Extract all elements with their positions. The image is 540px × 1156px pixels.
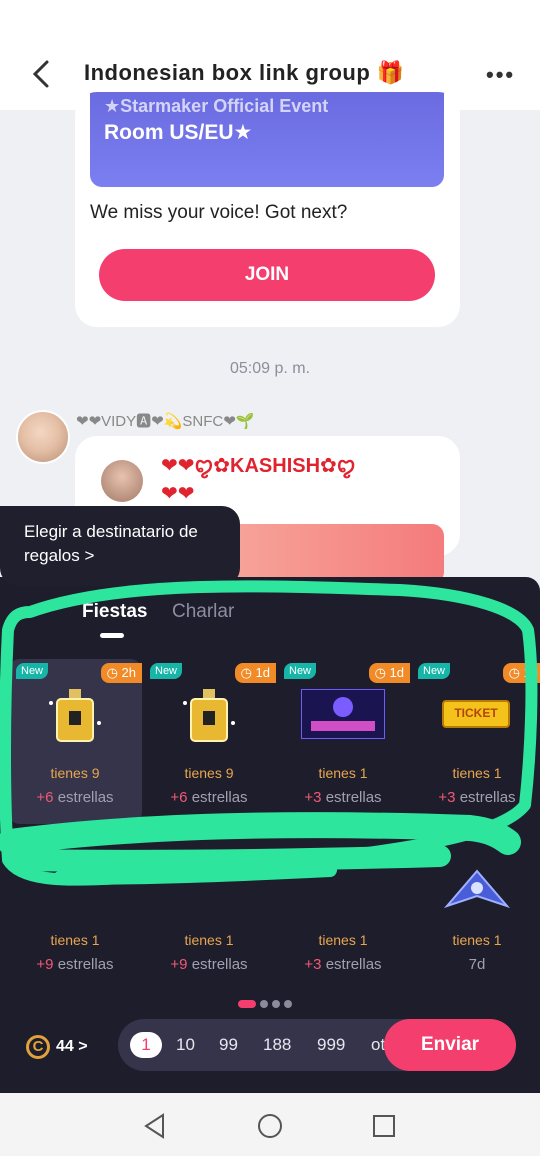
new-badge: New xyxy=(150,663,183,679)
back-icon[interactable] xyxy=(30,58,52,90)
page-dot xyxy=(238,1000,256,1008)
card-image[interactable] xyxy=(210,524,444,584)
gift-panel: Fiestas Charlar New ◷ 2h tienes 9 +6 estrel… xyxy=(0,577,540,1093)
gift-stars: +6 estrellas xyxy=(170,789,248,806)
event-banner[interactable]: ★Starmaker Official Event Room US/EU★ xyxy=(90,92,444,187)
tab-fiestas[interactable]: Fiestas xyxy=(82,601,147,623)
gift-emoji: 🎁 xyxy=(376,60,405,85)
gift-item[interactable]: New ◷ 1d tienes 9 +6 estrellas xyxy=(142,659,276,824)
join-button[interactable]: JOIN xyxy=(99,249,435,301)
more-options-icon[interactable]: ••• xyxy=(486,62,515,88)
coin-icon: C xyxy=(26,1035,50,1059)
gift-stars: 7d xyxy=(468,956,486,973)
gift-owned-count: tienes 1 xyxy=(452,932,502,948)
gift-owned-count: tienes 1 xyxy=(184,932,234,948)
page-indicator xyxy=(238,995,296,1013)
banner-top-text: ★Starmaker Official Event xyxy=(104,96,329,116)
gift-stars: +3 estrellas xyxy=(304,956,382,973)
quantity-option[interactable]: 188 xyxy=(263,1035,291,1055)
page-dot xyxy=(272,1000,280,1008)
time-badge: ◷ 1d xyxy=(234,663,276,683)
new-badge: New xyxy=(16,830,49,846)
avatar[interactable] xyxy=(16,410,70,464)
quantity-option[interactable]: 1 xyxy=(130,1032,162,1058)
new-badge: New xyxy=(16,663,49,679)
quantity-option[interactable]: 99 xyxy=(219,1035,238,1055)
tab-indicator xyxy=(100,633,124,638)
gift-owned-count: tienes 1 xyxy=(318,765,368,781)
card-user-name: ❤❤ꨄ✿KASHISH✿ꨄ ❤❤ xyxy=(161,455,356,505)
invite-message: We miss your voice! Got next? xyxy=(90,202,348,223)
gift-item[interactable]: New ◷ 1d TICKET tienes 1 +3 estrellas xyxy=(410,659,540,824)
send-button[interactable]: Enviar xyxy=(384,1019,516,1071)
system-nav-bar xyxy=(0,1093,540,1156)
recipient-tooltip[interactable]: Elegir a destinatario de regalos > xyxy=(0,506,240,586)
gift-stars: +6 estrellas xyxy=(36,789,114,806)
perfume-icon xyxy=(177,683,241,747)
concert-icon xyxy=(300,688,386,740)
quantity-option[interactable]: 10 xyxy=(176,1035,195,1055)
gift-icon xyxy=(43,850,107,914)
page-dot xyxy=(284,1000,292,1008)
gift-item[interactable]: New ◷ 2h tienes 9 +6 estrellas xyxy=(8,659,142,824)
gift-item[interactable]: tienes 1 7d xyxy=(410,826,540,991)
new-badge: New xyxy=(284,663,317,679)
gift-icon xyxy=(177,850,241,914)
page-dot xyxy=(260,1000,268,1008)
gift-icon xyxy=(311,850,375,914)
nav-recents-icon[interactable] xyxy=(372,1114,396,1138)
time-badge: ◷ 2h xyxy=(100,663,142,683)
nav-back-icon[interactable] xyxy=(143,1113,167,1139)
ticket-icon: TICKET xyxy=(441,699,511,729)
gift-owned-count: tienes 9 xyxy=(184,765,234,781)
nav-home-icon[interactable] xyxy=(257,1113,283,1139)
gift-owned-count: tienes 1 xyxy=(452,765,502,781)
gift-stars: +3 estrellas xyxy=(304,789,382,806)
perfume-icon xyxy=(43,683,107,747)
quantity-option[interactable]: 999 xyxy=(317,1035,345,1055)
coin-balance[interactable]: C 44 > xyxy=(26,1035,88,1059)
gift-owned-count: tienes 1 xyxy=(50,932,100,948)
card-avatar[interactable] xyxy=(101,460,143,502)
new-badge: New xyxy=(418,663,451,679)
message-timestamp: 05:09 p. m. xyxy=(229,360,311,377)
gift-item[interactable]: New ◷ 1d tienes 1 +3 estrellas xyxy=(276,659,410,824)
page-title: Indonesian box link group 🎁 xyxy=(84,60,405,85)
gift-stars: +9 estrellas xyxy=(170,956,248,973)
gift-owned-count: tienes 1 xyxy=(318,932,368,948)
gift-item[interactable]: New tienes 1 +9 estrellas xyxy=(8,826,142,991)
gift-item[interactable]: tienes 1 +9 estrellas xyxy=(142,826,276,991)
quantity-selector: 1 10 99 188 999 ot xyxy=(118,1019,418,1071)
gift-stars: +3 estrellas xyxy=(438,789,516,806)
spaceship-icon xyxy=(442,866,512,916)
time-badge: ◷ 1d xyxy=(502,663,540,683)
chevron-right-icon: > xyxy=(78,1038,88,1056)
time-badge: ◷ 1d xyxy=(368,663,410,683)
sender-name: ❤❤VIDY🅰❤💫SNFC❤🌱 xyxy=(76,413,255,430)
tab-charlar[interactable]: Charlar xyxy=(172,601,234,623)
gift-owned-count: tienes 9 xyxy=(50,765,100,781)
gift-stars: +9 estrellas xyxy=(36,956,114,973)
gift-item[interactable]: tienes 1 +3 estrellas xyxy=(276,826,410,991)
event-invite-card: ★Starmaker Official Event Room US/EU★ We… xyxy=(75,92,460,327)
banner-text: Room US/EU★ xyxy=(104,121,253,144)
